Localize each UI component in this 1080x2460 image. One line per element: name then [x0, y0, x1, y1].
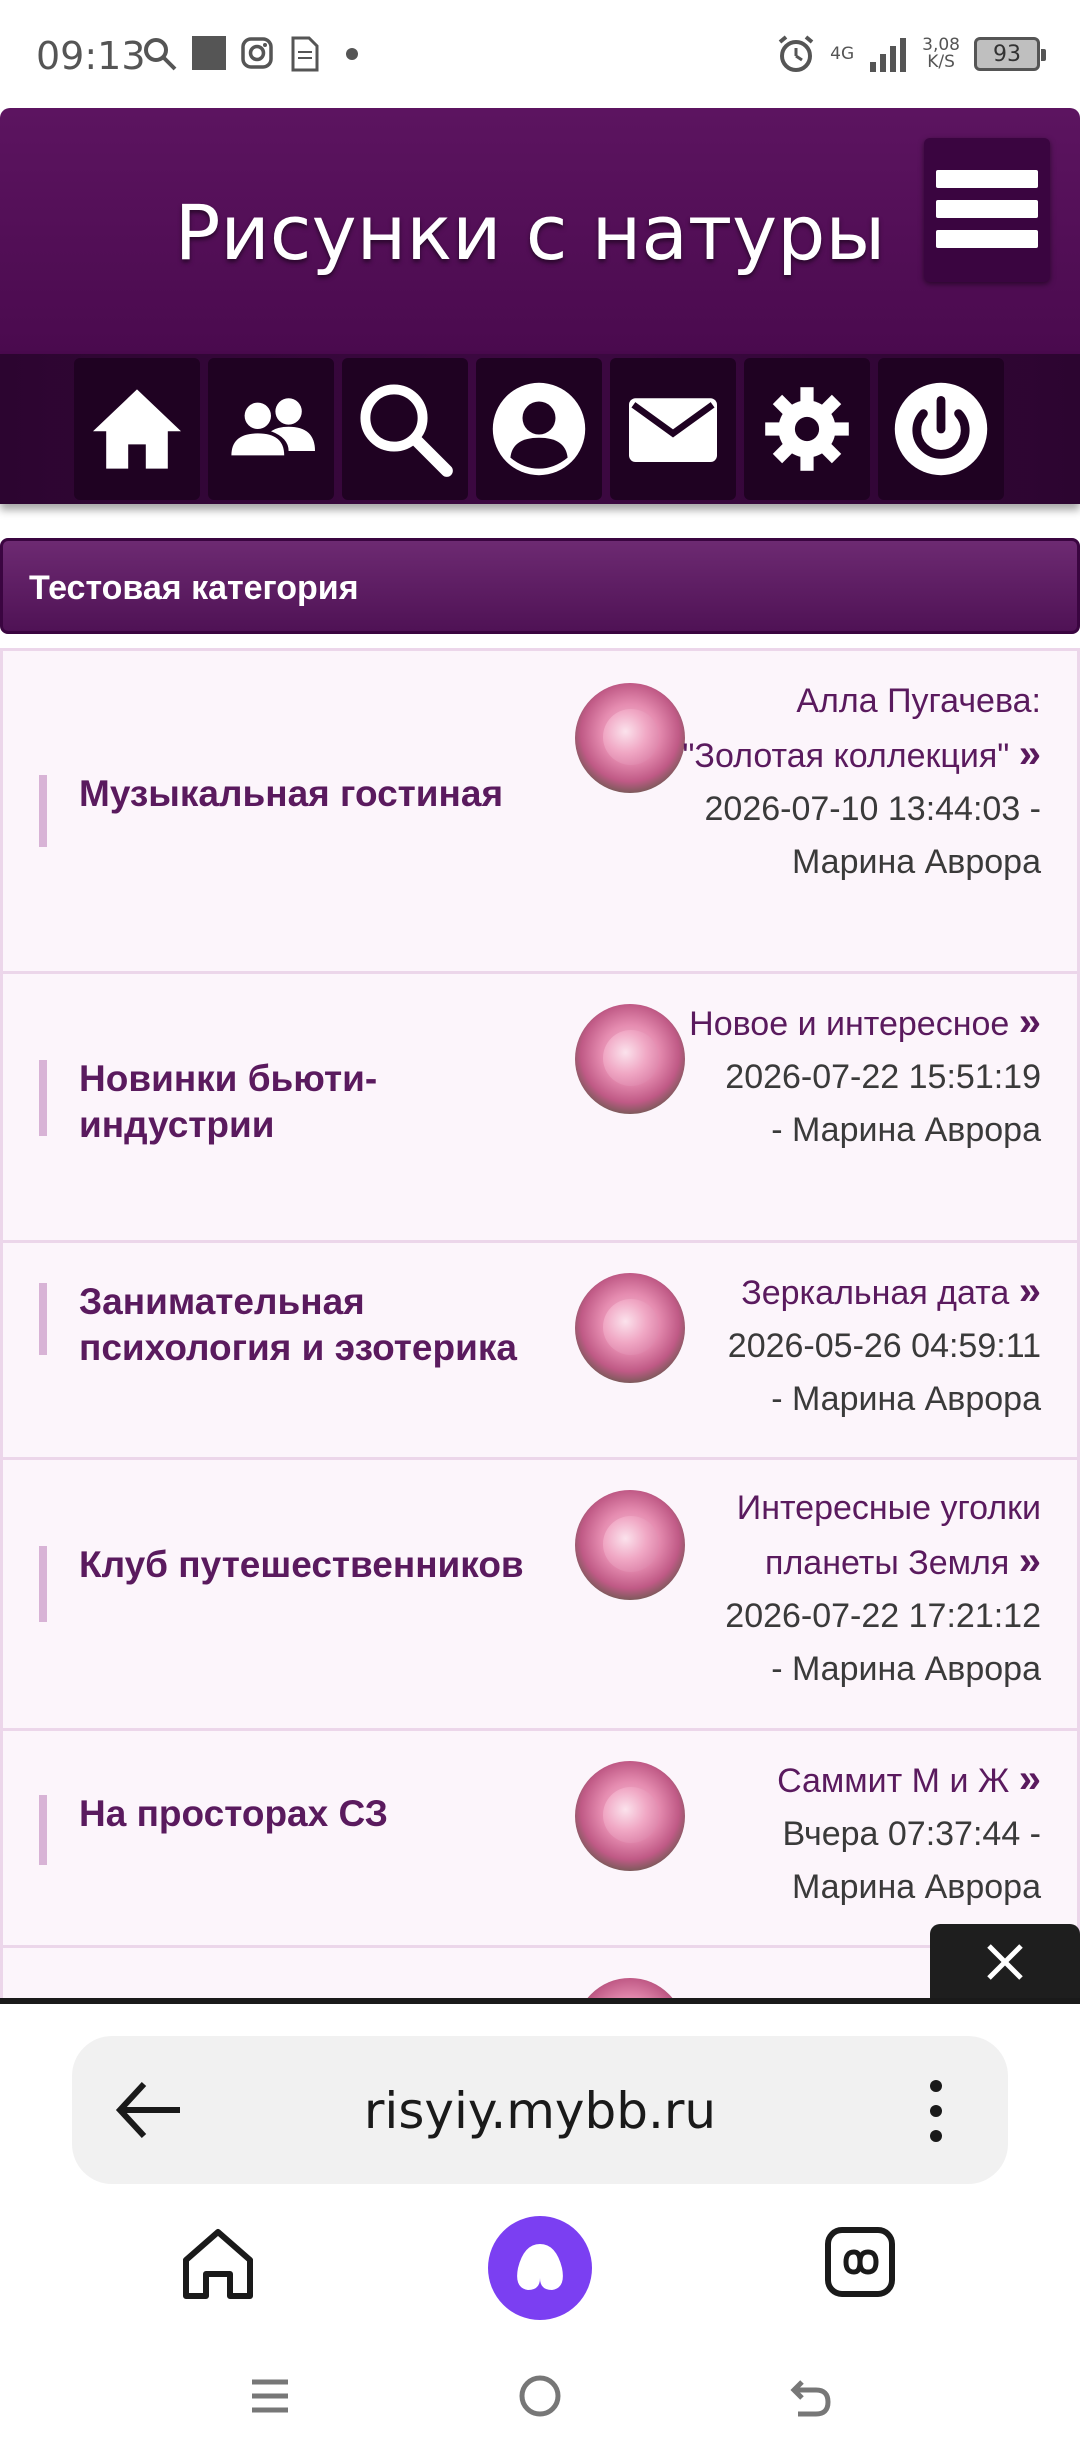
- alarm-icon: [778, 35, 814, 72]
- avatar: [575, 683, 685, 793]
- last-topic-link[interactable]: Новое и интересное: [689, 1005, 1009, 1043]
- forum-row: Занимательная психология и эзотерика Зер…: [0, 1240, 1080, 1460]
- mail-icon[interactable]: [610, 358, 736, 500]
- last-post-date: 2026-07-22 15:51:19: [725, 1058, 1041, 1096]
- forum-row: Клуб путешественников Интересные уголки …: [0, 1457, 1080, 1731]
- instagram-icon: [241, 37, 273, 69]
- avatar: [575, 1004, 685, 1114]
- forum-title[interactable]: Новинки бьюти-индустрии: [39, 1056, 559, 1148]
- last-post-author[interactable]: - Марина Аврора: [771, 1111, 1041, 1149]
- forum-row: [0, 1945, 1080, 1998]
- status-right: 4G 3,08 K/S 93: [776, 30, 1046, 78]
- home-icon[interactable]: [74, 358, 200, 500]
- battery-indicator: 93: [974, 37, 1046, 71]
- browser-chrome: risyiy.mybb.ru: [0, 2004, 1080, 2460]
- last-post-date: 2026-07-10 13:44:03 -: [704, 790, 1041, 828]
- battery-level: 93: [993, 41, 1021, 67]
- forum-row: Новинки бьюти-индустрии Новое и интересн…: [0, 971, 1080, 1243]
- status-time: 09:13: [36, 34, 146, 78]
- site-title: Рисунки с натуры: [174, 188, 886, 277]
- last-post-date: 2026-05-26 04:59:11: [727, 1327, 1041, 1365]
- tabs-icon[interactable]: [822, 2224, 898, 2300]
- last-post: Зеркальная дата » 2026-05-26 04:59:11 - …: [681, 1265, 1041, 1426]
- last-post: Алла Пугачева: "Золотая коллекция" » 202…: [681, 675, 1041, 889]
- users-icon[interactable]: [208, 358, 334, 500]
- last-post-date: Вчера 07:37:44 -: [782, 1815, 1041, 1853]
- network-speed: 3,08 K/S: [922, 35, 960, 72]
- avatar: [575, 1978, 685, 1998]
- forum-title[interactable]: На просторах СЗ: [39, 1791, 559, 1865]
- forum-title[interactable]: Занимательная психология и эзотерика: [39, 1279, 559, 1371]
- forum-list: Музыкальная гостиная Алла Пугачева: "Зол…: [0, 648, 1080, 1998]
- avatar: [575, 1761, 685, 1871]
- go-to-post-icon[interactable]: »: [1019, 1539, 1041, 1583]
- forum-row: На просторах СЗ Саммит М и Ж » Вчера 07:…: [0, 1728, 1080, 1948]
- last-post-author[interactable]: - Марина Аврора: [771, 1380, 1041, 1418]
- close-button[interactable]: [930, 1924, 1080, 2000]
- go-to-post-icon[interactable]: »: [1019, 1757, 1041, 1801]
- last-post-author[interactable]: - Марина Аврора: [771, 1650, 1041, 1688]
- home-circle-icon[interactable]: [518, 2374, 562, 2418]
- address-bar[interactable]: risyiy.mybb.ru: [72, 2036, 1008, 2184]
- dot-icon: [346, 48, 358, 60]
- power-icon[interactable]: [878, 358, 1004, 500]
- forum-nav: [0, 354, 1080, 504]
- network-type: 4G: [830, 43, 855, 64]
- close-icon: [987, 1944, 1023, 1980]
- settings-icon[interactable]: [744, 358, 870, 500]
- category-title: Тестовая категория: [29, 569, 359, 607]
- avatar: [575, 1273, 685, 1383]
- browser-home-icon[interactable]: [178, 2224, 258, 2304]
- site-header: Рисунки с натуры: [0, 108, 1080, 354]
- menu-icon[interactable]: [248, 2374, 292, 2418]
- profile-icon[interactable]: [476, 358, 602, 500]
- back-icon[interactable]: [788, 2374, 832, 2418]
- last-topic-link[interactable]: Алла Пугачева: "Золотая коллекция": [682, 682, 1041, 775]
- last-post-author[interactable]: Марина Аврора: [792, 843, 1041, 881]
- go-to-post-icon[interactable]: »: [1019, 1000, 1041, 1044]
- category-header: Тестовая категория: [0, 538, 1080, 634]
- go-to-post-icon[interactable]: »: [1019, 732, 1041, 776]
- status-bar: 09:13 4G 3,08 K/S 93: [0, 0, 1080, 108]
- last-post-date: 2026-07-22 17:21:12: [725, 1597, 1041, 1635]
- last-topic-link[interactable]: Интересные уголки планеты Земля: [737, 1489, 1041, 1582]
- square-icon: [192, 36, 226, 70]
- signal-icon: [870, 38, 907, 72]
- last-post: Интересные уголки планеты Земля » 2026-0…: [681, 1482, 1041, 1696]
- last-topic-link[interactable]: Зеркальная дата: [741, 1274, 1009, 1312]
- forum-row: Музыкальная гостиная Алла Пугачева: "Зол…: [0, 648, 1080, 974]
- file-icon: [291, 36, 319, 72]
- forum-title[interactable]: Музыкальная гостиная: [39, 771, 559, 847]
- more-vert-icon[interactable]: [916, 2076, 956, 2146]
- last-post-author[interactable]: Марина Аврора: [792, 1868, 1041, 1906]
- forum-title[interactable]: Клуб путешественников: [39, 1542, 559, 1622]
- last-post: Саммит М и Ж » Вчера 07:37:44 - Марина А…: [681, 1753, 1041, 1914]
- search-icon[interactable]: [342, 358, 468, 500]
- search-icon: [144, 38, 177, 71]
- alice-assistant-icon[interactable]: [488, 2216, 592, 2320]
- url-text[interactable]: risyiy.mybb.ru: [72, 2082, 1008, 2140]
- last-topic-link[interactable]: Саммит М и Ж: [777, 1762, 1009, 1800]
- hamburger-icon[interactable]: [924, 138, 1050, 282]
- last-post: Новое и интересное » 2026-07-22 15:51:19…: [681, 996, 1041, 1157]
- go-to-post-icon[interactable]: »: [1019, 1269, 1041, 1313]
- avatar: [575, 1490, 685, 1600]
